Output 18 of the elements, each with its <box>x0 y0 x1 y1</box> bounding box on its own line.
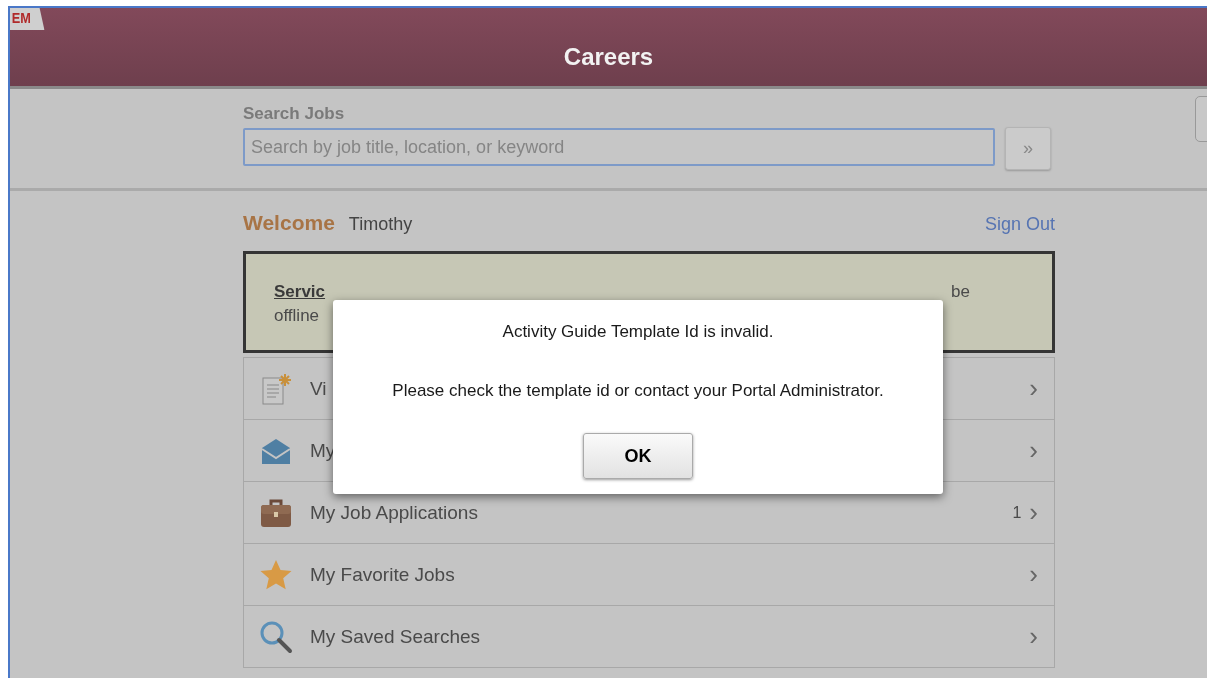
search-label: Search Jobs <box>243 104 346 124</box>
menu-label: My Job Applications <box>310 501 478 524</box>
chevron-icon: › <box>1029 497 1038 528</box>
chevron-icon: › <box>1029 621 1038 652</box>
notice-text: offline <box>274 306 321 326</box>
welcome-heading: Welcome <box>243 211 335 235</box>
notice-text: be <box>951 282 970 302</box>
chevron-icon: › <box>1029 435 1038 466</box>
item-count: 1 <box>1012 503 1022 522</box>
chevron-icon: › <box>1029 373 1038 404</box>
dialog-message: Activity Guide Template Id is invalid. <box>502 322 774 342</box>
dialog-detail: Please check the template id or contact your Portal Administrator. <box>392 381 884 401</box>
page-title: Careers <box>563 43 654 71</box>
menu-label: Vi <box>310 377 327 400</box>
menu-label: My Favorite Jobs <box>310 563 455 586</box>
chevron-icon: › <box>1029 559 1038 590</box>
menu-label: My Saved Searches <box>310 625 481 648</box>
user-name: Timothy <box>348 214 413 235</box>
